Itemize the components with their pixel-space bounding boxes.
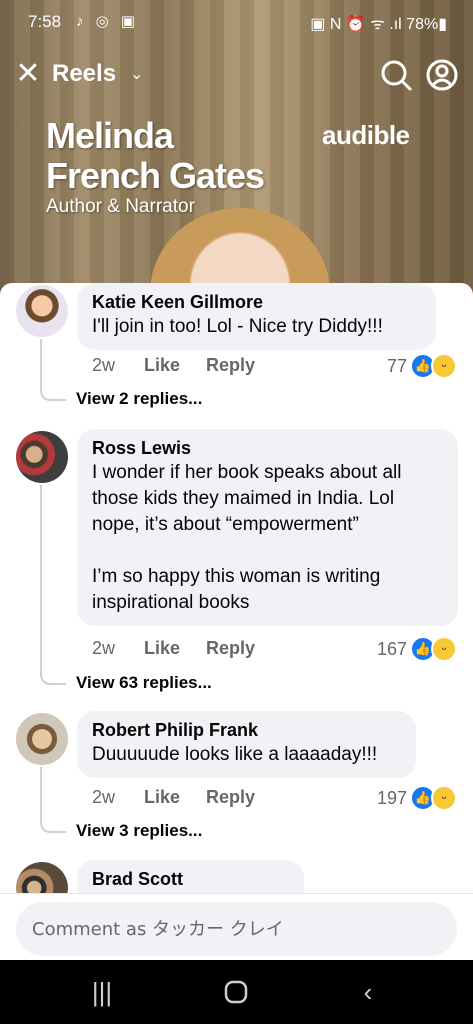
like-button[interactable]: Like xyxy=(144,355,180,376)
thread-line xyxy=(40,485,66,685)
reaction-count: 77 xyxy=(386,355,407,376)
comment-author[interactable]: Robert Philip Frank xyxy=(92,718,400,742)
title-line-1: Melinda xyxy=(46,115,174,156)
comment-text-line: inspirational books xyxy=(92,592,250,613)
view-replies-link[interactable]: View 63 replies... xyxy=(76,673,212,693)
comment-bubble: Robert Philip Frank Duuuuude looks like … xyxy=(77,711,416,778)
search-icon[interactable] xyxy=(379,58,413,92)
comment-input[interactable] xyxy=(16,902,457,956)
haha-reaction-icon: ᵕ xyxy=(431,785,457,811)
reaction-count: 167 xyxy=(376,638,407,659)
recent-apps-icon[interactable]: ||| xyxy=(82,976,122,1008)
comment-text: I'll join in too! Lol - Nice try Diddy!!… xyxy=(92,316,383,337)
haha-reaction-icon: ᵕ xyxy=(431,636,457,662)
reels-header: ✕ Reels ⌄ xyxy=(0,58,473,94)
video-subtitle: Author & Narrator xyxy=(46,196,195,217)
reply-button[interactable]: Reply xyxy=(206,787,255,808)
system-icons: ▣ N ⏰ ᯤ .ıl 78%▮ xyxy=(310,16,447,33)
profile-icon[interactable] xyxy=(425,58,459,92)
comment-actions: 2w Like Reply xyxy=(92,638,281,659)
comment-author[interactable]: Katie Keen Gillmore xyxy=(92,290,420,314)
like-button[interactable]: Like xyxy=(144,787,180,808)
avatar[interactable] xyxy=(16,285,68,337)
comment-time: 2w xyxy=(92,638,116,658)
comment-actions: 2w Like Reply xyxy=(92,787,281,808)
avatar[interactable] xyxy=(16,713,68,765)
reaction-count: 197 xyxy=(376,787,407,808)
comment-text: Duuuuude looks like a laaaaday!!! xyxy=(92,744,378,765)
comment-author[interactable]: Brad Scott xyxy=(92,867,288,891)
view-replies-link[interactable]: View 3 replies... xyxy=(76,821,202,841)
thread-line xyxy=(40,339,66,401)
comment-time: 2w xyxy=(92,355,116,375)
chevron-down-icon[interactable]: ⌄ xyxy=(130,64,143,84)
like-button[interactable]: Like xyxy=(144,638,180,659)
comment-actions: 2w Like Reply xyxy=(92,355,281,376)
haha-reaction-icon: ᵕ xyxy=(431,353,457,379)
view-replies-link[interactable]: View 2 replies... xyxy=(76,389,202,409)
thread-line xyxy=(40,767,66,833)
comment-text-line: I wonder if her book speaks about all xyxy=(92,462,402,483)
reply-button[interactable]: Reply xyxy=(206,355,255,376)
comment-text-line xyxy=(92,538,442,564)
comment-text-line: nope, it’s about “empowerment” xyxy=(92,514,359,535)
reply-button[interactable]: Reply xyxy=(206,638,255,659)
comments-sheet: Katie Keen Gillmore I'll join in too! Lo… xyxy=(0,283,473,960)
reaction-summary[interactable]: 77 👍 ᵕ xyxy=(387,353,457,379)
back-icon[interactable]: ‹ xyxy=(348,976,388,1008)
notification-icons: ♪ ◎ ▣ xyxy=(76,13,140,30)
home-icon[interactable] xyxy=(216,976,256,1008)
reaction-summary[interactable]: 197 👍 ᵕ xyxy=(377,785,457,811)
comment-text-line: those kids they maimed in India. Lol xyxy=(92,488,395,509)
reels-title[interactable]: Reels xyxy=(52,60,116,88)
status-bar: 7:58 ♪ ◎ ▣ ▣ N ⏰ ᯤ .ıl 78%▮ xyxy=(0,0,473,44)
comment-composer xyxy=(0,893,473,961)
comment-bubble: Ross Lewis I wonder if her book speaks a… xyxy=(77,429,458,626)
comment-text-line: I’m so happy this woman is writing xyxy=(92,566,381,587)
brand-logo: audible xyxy=(322,120,410,150)
comment-author[interactable]: Ross Lewis xyxy=(92,436,442,460)
comment-time: 2w xyxy=(92,787,116,807)
system-nav-bar: ||| ‹ xyxy=(0,960,473,1024)
title-line-2: French Gates xyxy=(46,155,265,196)
close-icon[interactable]: ✕ xyxy=(12,58,44,90)
reaction-summary[interactable]: 167 👍 ᵕ xyxy=(377,636,457,662)
video-title: Melinda French Gates xyxy=(46,115,265,196)
status-time: 7:58 xyxy=(28,12,62,31)
comment-text: I wonder if her book speaks about all th… xyxy=(92,460,442,616)
avatar[interactable] xyxy=(16,431,68,483)
comment-bubble: Katie Keen Gillmore I'll join in too! Lo… xyxy=(77,283,436,350)
